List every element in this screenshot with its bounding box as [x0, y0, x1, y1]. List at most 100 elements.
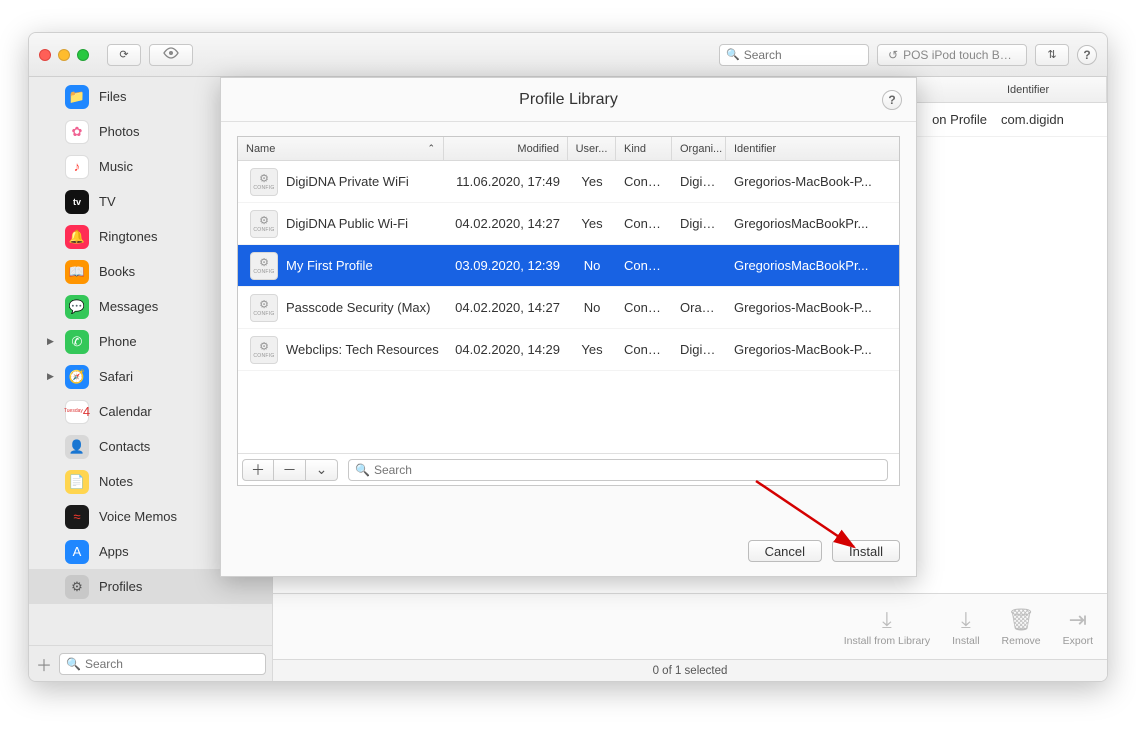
- config-file-icon: ⚙CONFIG: [250, 210, 278, 238]
- column-kind[interactable]: Kind: [616, 137, 672, 160]
- phone-icon: ✆: [65, 330, 89, 354]
- cell-user: Yes: [568, 216, 616, 231]
- cell-org: DigiD...: [672, 216, 726, 231]
- sidebar-item-label: Calendar: [99, 404, 152, 419]
- disclosure-icon: ▶: [47, 336, 54, 347]
- install-button[interactable]: Install: [832, 540, 900, 562]
- backups-label: POS iPod touch Backups: [903, 48, 1016, 62]
- profile-row[interactable]: ⚙CONFIGMy First Profile03.09.2020, 12:39…: [238, 245, 899, 287]
- sidebar-item-label: Music: [99, 159, 133, 174]
- sidebar-item-label: Ringtones: [99, 229, 158, 244]
- profile-list-header: Name ⌃ Modified User... Kind Organi... I…: [238, 137, 899, 161]
- sidebar-item-label: Phone: [99, 334, 137, 349]
- disclosure-icon: ▶: [47, 371, 54, 382]
- restore-icon: ↺: [888, 48, 898, 62]
- export-label: Export: [1063, 635, 1093, 647]
- toolbar-search[interactable]: 🔍: [719, 44, 869, 66]
- export-action[interactable]: ⇥ Export: [1063, 607, 1093, 647]
- install-library-action[interactable]: ⤓Install from Library: [844, 607, 930, 647]
- toolbar-search-input[interactable]: [744, 48, 862, 62]
- column-identifier[interactable]: Identifier: [726, 137, 899, 160]
- backups-button[interactable]: ↺ POS iPod touch Backups: [877, 44, 1027, 66]
- remove-action[interactable]: 🗑 Remove: [1002, 607, 1041, 647]
- help-button[interactable]: ?: [1077, 45, 1097, 65]
- cell-modified: 04.02.2020, 14:27: [444, 300, 568, 315]
- profile-row[interactable]: ⚙CONFIGDigiDNA Private WiFi11.06.2020, 1…: [238, 161, 899, 203]
- install-library-label: Install from Library: [844, 635, 930, 647]
- profile-identifier-fragment: com.digidn: [1001, 112, 1097, 127]
- sidebar-item-label: Voice Memos: [99, 509, 177, 524]
- sidebar-item-label: Contacts: [99, 439, 150, 454]
- files-icon: 📁: [65, 85, 89, 109]
- cell-modified: 11.06.2020, 17:49: [444, 174, 568, 189]
- music-icon: ♪: [65, 155, 89, 179]
- sidebar-search-input[interactable]: [85, 657, 259, 671]
- remove-icon: 🗑: [1007, 607, 1035, 633]
- cell-user: No: [568, 258, 616, 273]
- ringtones-icon: 🔔: [65, 225, 89, 249]
- sidebar-search[interactable]: 🔍: [59, 653, 266, 675]
- refresh-button[interactable]: ⟳: [107, 44, 141, 66]
- install-icon: ⤓: [961, 607, 971, 633]
- zoom-window-button[interactable]: [77, 49, 89, 61]
- column-identifier[interactable]: Identifier: [997, 77, 1107, 102]
- cell-org: DigiD...: [672, 342, 726, 357]
- minimize-window-button[interactable]: [58, 49, 70, 61]
- config-file-icon: ⚙CONFIG: [250, 336, 278, 364]
- cancel-button[interactable]: Cancel: [748, 540, 822, 562]
- profile-row[interactable]: ⚙CONFIG DigiDNA Public Wi-Fi 04.02.2020, 1…: [238, 203, 899, 245]
- profile-list-toolbar: ＋ － ⌄ 🔍: [238, 453, 899, 485]
- profile-list-search-input[interactable]: [374, 463, 881, 477]
- messages-icon: 💬: [65, 295, 89, 319]
- sort-button[interactable]: ⇅: [1035, 44, 1069, 66]
- close-window-button[interactable]: [39, 49, 51, 61]
- export-icon: ⇥: [1069, 607, 1087, 633]
- column-user[interactable]: User...: [568, 137, 616, 160]
- column-name-label: Name: [246, 143, 275, 155]
- search-icon: 🔍: [355, 463, 370, 477]
- action-menu-button[interactable]: ⌄: [306, 459, 338, 481]
- search-icon: 🔍: [66, 657, 81, 671]
- contacts-icon: 👤: [65, 435, 89, 459]
- cell-org: DigiD...: [672, 174, 726, 189]
- profile-name-cell: ⚙CONFIG DigiDNA Public Wi-Fi: [238, 210, 444, 238]
- dialog-footer: Cancel Install: [221, 526, 916, 576]
- eye-icon: [162, 47, 180, 62]
- remove-profile-button[interactable]: －: [274, 459, 306, 481]
- window-controls: [39, 49, 89, 61]
- sidebar-item-label: Messages: [99, 299, 158, 314]
- profile-list: Name ⌃ Modified User... Kind Organi... I…: [237, 136, 900, 486]
- books-icon: 📖: [65, 260, 89, 284]
- profile-row[interactable]: ⚙CONFIGPasscode Security (Max)04.02.2020…: [238, 287, 899, 329]
- sort-icon: ⇅: [1047, 48, 1056, 61]
- cell-identifier: GregoriosMacBookPr...: [726, 216, 899, 231]
- dialog-help-button[interactable]: ?: [882, 90, 902, 110]
- install-action[interactable]: ⤓ Install: [952, 607, 979, 647]
- photos-icon: ✿: [65, 120, 89, 144]
- column-modified[interactable]: Modified: [444, 137, 568, 160]
- config-file-icon: ⚙CONFIG: [250, 168, 278, 196]
- profile-name-cell: ⚙CONFIGWebclips: Tech Resources: [238, 336, 444, 364]
- notes-icon: 📄: [65, 470, 89, 494]
- add-profile-button[interactable]: ＋: [242, 459, 274, 481]
- profile-list-search[interactable]: 🔍: [348, 459, 888, 481]
- search-icon: 🔍: [726, 48, 740, 61]
- dialog-body: Name ⌃ Modified User... Kind Organi... I…: [221, 122, 916, 526]
- profile-name: DigiDNA Public Wi-Fi: [286, 216, 408, 231]
- cell-identifier: Gregorios-MacBook-P...: [726, 300, 899, 315]
- sidebar-add-button[interactable]: ＋: [35, 652, 53, 676]
- apps-icon: A: [65, 540, 89, 564]
- cell-modified: 04.02.2020, 14:27: [444, 216, 568, 231]
- refresh-icon: ⟳: [119, 48, 128, 61]
- profile-name: Passcode Security (Max): [286, 300, 431, 315]
- column-name[interactable]: Name ⌃: [238, 137, 444, 160]
- profile-row[interactable]: ⚙CONFIGWebclips: Tech Resources04.02.202…: [238, 329, 899, 371]
- cell-kind: Config...: [616, 174, 672, 189]
- sidebar-item-label: Profiles: [99, 579, 142, 594]
- column-organization[interactable]: Organi...: [672, 137, 726, 160]
- preview-button[interactable]: [149, 44, 193, 66]
- profile-library-dialog: Profile Library ? Name ⌃ Modified User..…: [220, 77, 917, 577]
- sidebar-item-label: TV: [99, 194, 116, 209]
- remove-label: Remove: [1002, 635, 1041, 647]
- install-label: Install: [952, 635, 979, 647]
